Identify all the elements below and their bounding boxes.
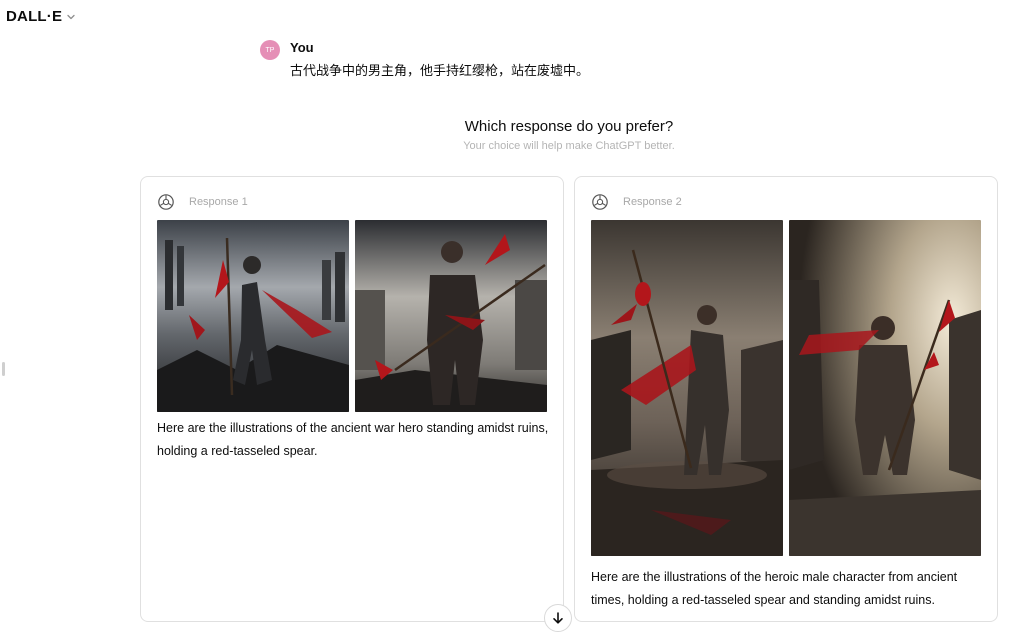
scroll-to-bottom-button[interactable] xyxy=(544,604,572,632)
openai-logo-icon xyxy=(591,193,609,211)
chevron-down-icon xyxy=(66,12,76,22)
response-caption: Here are the illustrations of the heroic… xyxy=(591,570,958,607)
generated-image[interactable] xyxy=(789,220,981,556)
model-name: DALL·E xyxy=(6,8,63,25)
response-header: Response 2 xyxy=(591,193,682,211)
message-text: 古代战争中的男主角，他手持红缨枪，站在废墟中。 xyxy=(290,64,590,79)
generated-image[interactable] xyxy=(355,220,547,412)
response-label: Response 1 xyxy=(189,196,248,208)
sidebar-toggle-handle[interactable] xyxy=(2,362,5,376)
generated-image[interactable] xyxy=(157,220,349,412)
response-card-2[interactable]: Response 2 Here are the illustrations of… xyxy=(574,176,998,622)
avatar: TP xyxy=(260,40,280,60)
generated-image[interactable] xyxy=(591,220,783,556)
openai-logo-icon xyxy=(157,193,175,211)
arrow-down-icon xyxy=(553,612,563,624)
response-label: Response 2 xyxy=(623,196,682,208)
response-header: Response 1 xyxy=(157,193,248,211)
response-card-1[interactable]: Response 1 Here are the illustrations of… xyxy=(140,176,564,622)
model-selector[interactable]: DALL·E xyxy=(6,8,76,25)
comparison-subtitle: Your choice will help make ChatGPT bette… xyxy=(463,140,675,152)
comparison-question: Which response do you prefer? xyxy=(464,118,674,135)
response-caption: Here are the illustrations of the ancien… xyxy=(157,421,549,458)
app-root: DALL·E TP You 古代战争中的男主角，他手持红缨枪，站在废墟中。 Wh… xyxy=(0,0,1024,634)
message-author: You xyxy=(290,40,314,55)
